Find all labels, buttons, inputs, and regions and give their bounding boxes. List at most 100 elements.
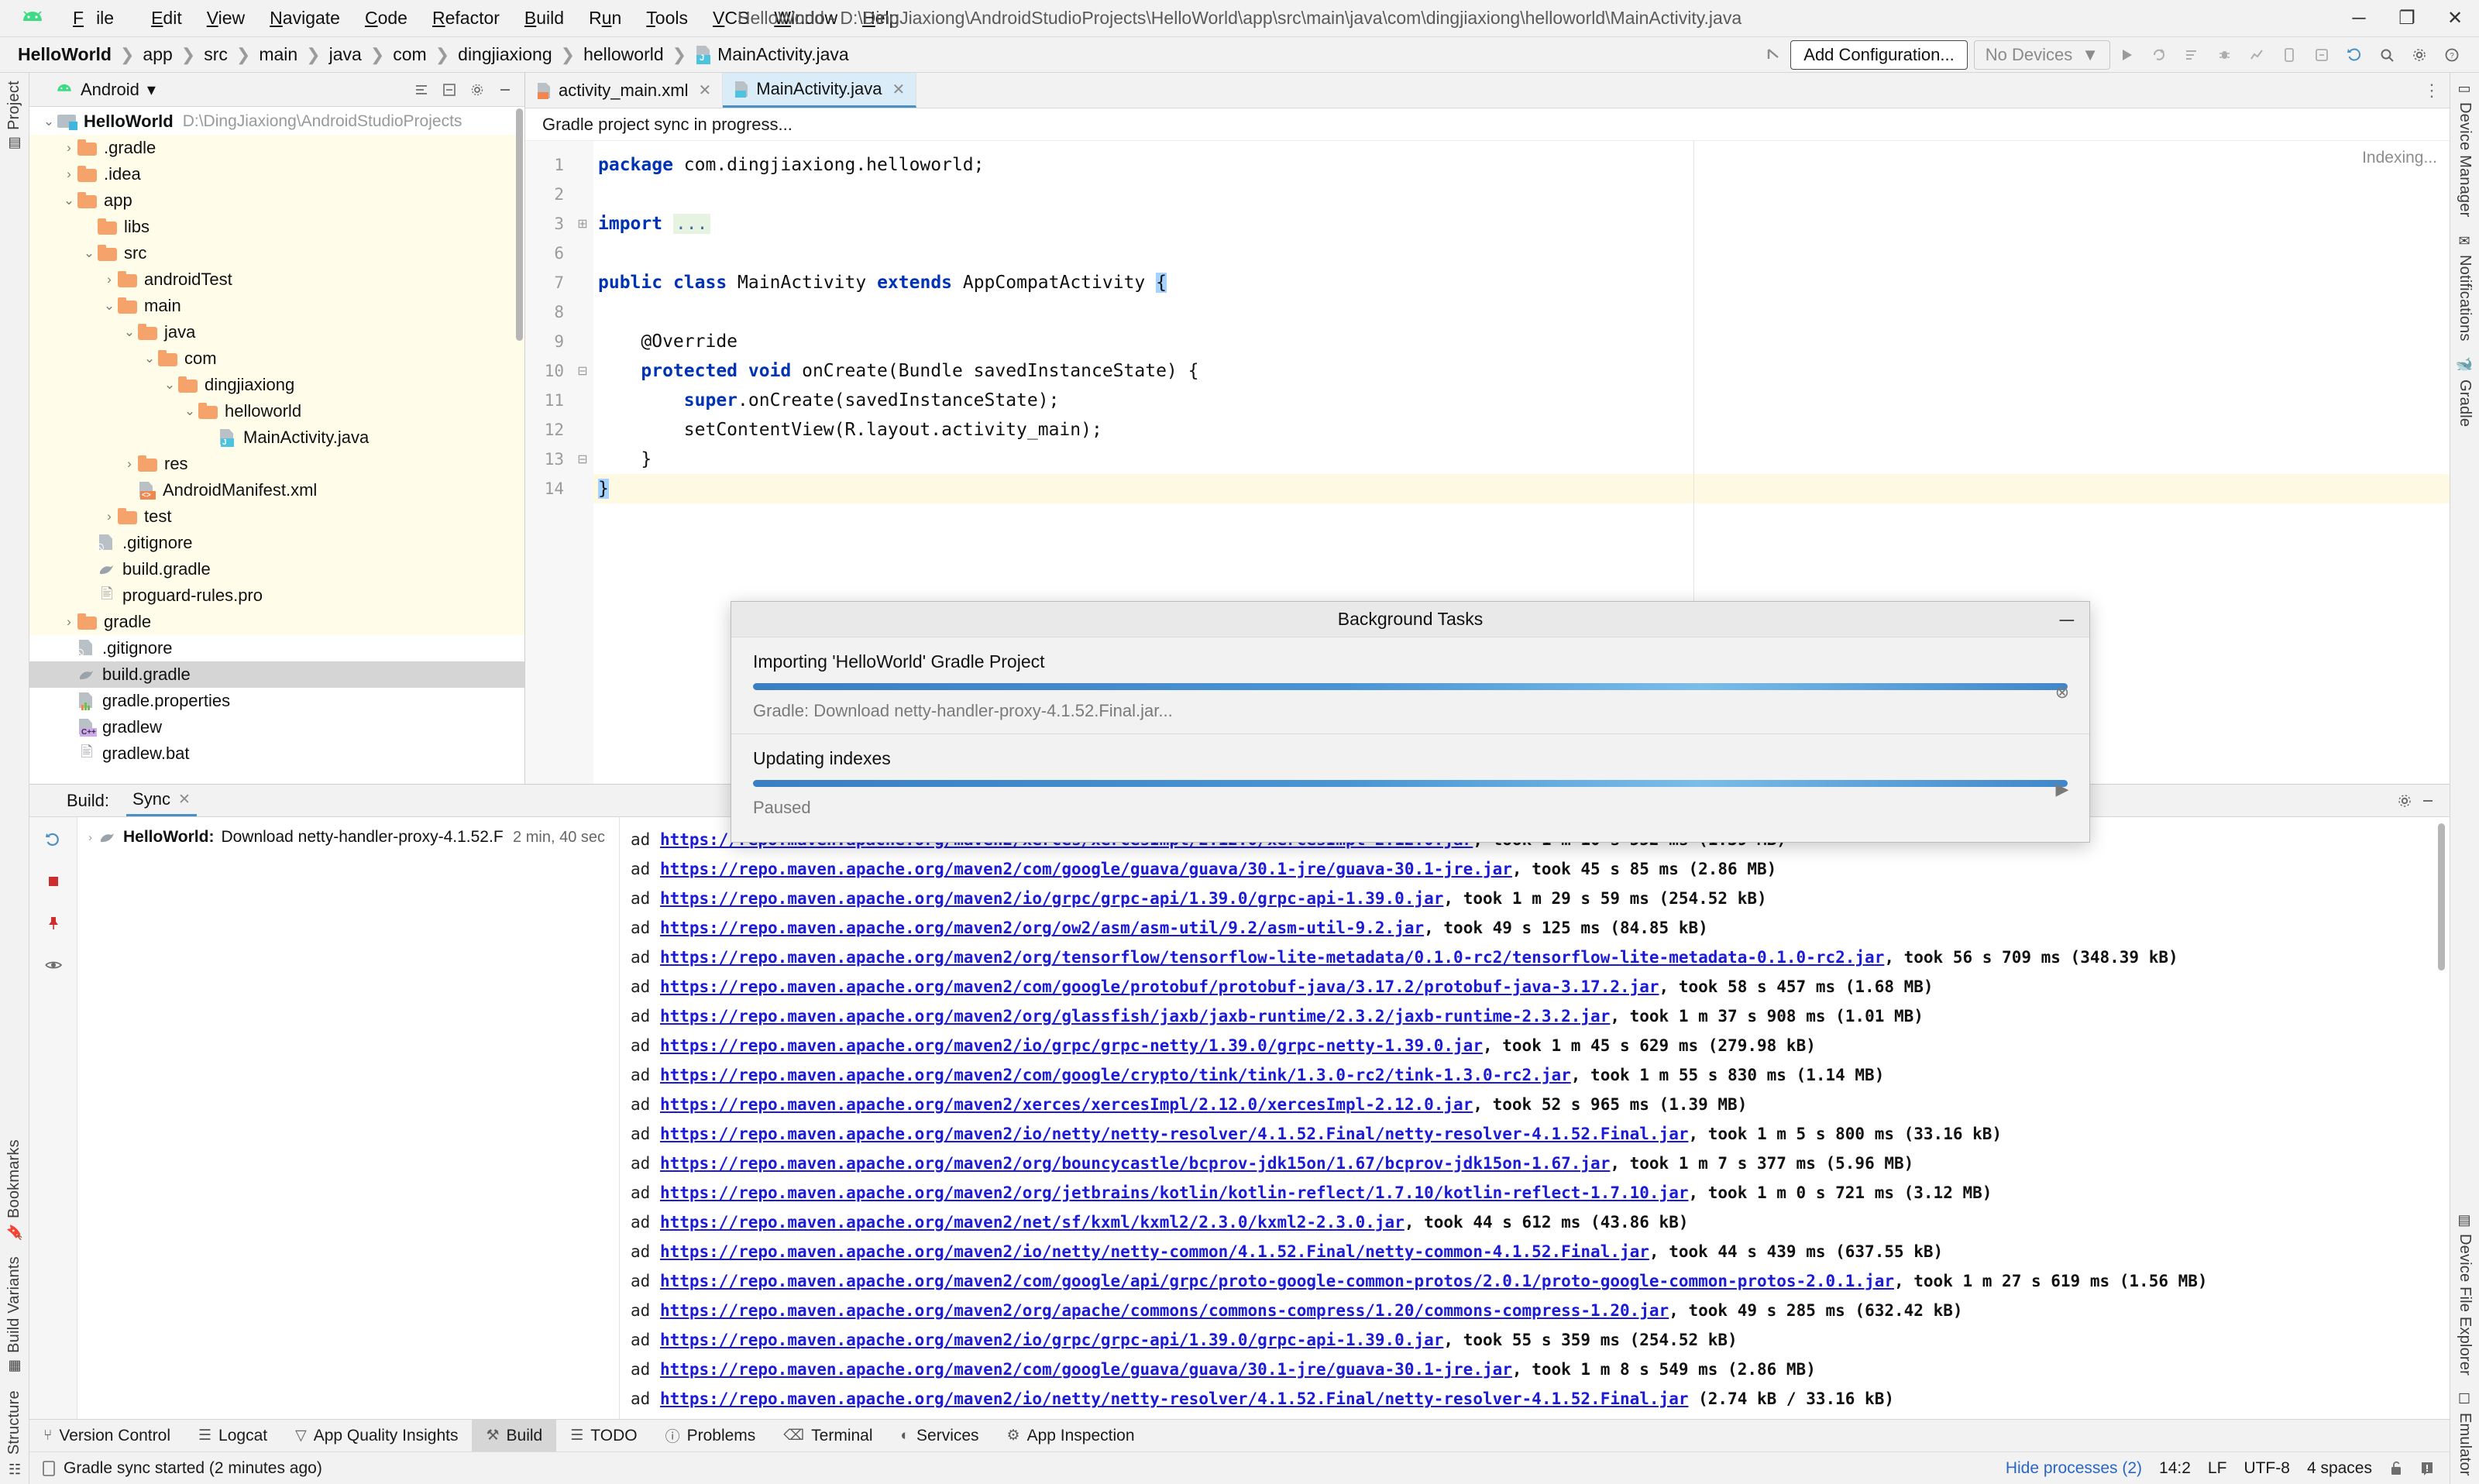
- tree-item-idea[interactable]: › .idea: [29, 161, 524, 187]
- tree-expand-arrow[interactable]: ⌄: [101, 298, 118, 314]
- breadcrumb-item-dingjiaxiong[interactable]: dingjiaxiong: [451, 43, 559, 67]
- tree-expand-arrow[interactable]: ⌄: [40, 114, 57, 129]
- artifact-url-link[interactable]: https://repo.maven.apache.org/maven2/com…: [660, 977, 1659, 996]
- sidebar-item-project[interactable]: ▤ Project: [5, 73, 23, 160]
- build-log-line[interactable]: ad https://repo.maven.apache.org/maven2/…: [620, 1296, 2450, 1325]
- menu-item-code[interactable]: Code: [352, 5, 420, 32]
- breadcrumb-item-helloworld[interactable]: helloworld: [576, 43, 671, 67]
- tab-sync[interactable]: Sync ✕: [126, 785, 197, 816]
- artifact-url-link[interactable]: https://repo.maven.apache.org/maven2/org…: [660, 1007, 1610, 1025]
- tree-expand-arrow[interactable]: ⌄: [60, 193, 77, 208]
- menu-item-edit[interactable]: Edit: [139, 5, 194, 32]
- build-task-tree[interactable]: › HelloWorld: Download netty-handler-pro…: [77, 817, 620, 1419]
- bottom-tab-todo[interactable]: ☰ TODO: [556, 1420, 651, 1451]
- code-line[interactable]: public class MainActivity extends AppCom…: [593, 268, 2450, 297]
- dialog-minimize-button[interactable]: ─: [2060, 610, 2074, 630]
- hide-processes-link[interactable]: Hide processes (2): [2006, 1459, 2142, 1478]
- tree-expand-arrow[interactable]: ⌄: [181, 404, 198, 419]
- fold-toggle-icon[interactable]: ⊞: [572, 209, 593, 239]
- tree-expand-arrow[interactable]: ⌄: [141, 351, 158, 366]
- code-line[interactable]: @Override: [593, 327, 2450, 356]
- menu-item-tools[interactable]: Tools: [634, 5, 700, 32]
- tree-expand-arrow[interactable]: ›: [101, 509, 118, 524]
- encoding[interactable]: UTF-8: [2243, 1459, 2290, 1478]
- tree-item-helloworld[interactable]: ⌄ HelloWorld D:\DingJiaxiong\AndroidStudio…: [29, 108, 524, 135]
- build-log-line[interactable]: ad https://repo.maven.apache.org/maven2/…: [620, 972, 2450, 1001]
- chevron-right-icon[interactable]: ›: [88, 831, 92, 844]
- tree-item-main[interactable]: ⌄ main: [29, 293, 524, 319]
- artifact-url-link[interactable]: https://repo.maven.apache.org/maven2/io/…: [660, 1390, 1689, 1408]
- bottom-tab-build[interactable]: ⚒ Build: [472, 1420, 557, 1451]
- tree-item-build-gradle[interactable]: ›build.gradle: [29, 661, 524, 688]
- line-separator[interactable]: LF: [2208, 1459, 2227, 1478]
- build-log-line[interactable]: ad https://repo.maven.apache.org/maven2/…: [620, 1384, 2450, 1414]
- artifact-url-link[interactable]: https://repo.maven.apache.org/maven2/io/…: [660, 1242, 1649, 1261]
- artifact-url-link[interactable]: https://repo.maven.apache.org/maven2/io/…: [660, 889, 1443, 908]
- tree-item-gradlew-bat[interactable]: ›🖹gradlew.bat: [29, 740, 524, 767]
- sidebar-item-bookmarks[interactable]: 🔖 Bookmarks: [5, 1132, 23, 1249]
- code-line[interactable]: setContentView(R.layout.activity_main);: [593, 415, 2450, 445]
- profiler-icon[interactable]: [2242, 41, 2271, 69]
- tree-item-androidmanifest-xml[interactable]: ›<>AndroidManifest.xml: [29, 477, 524, 503]
- menu-item-run[interactable]: Run: [576, 5, 634, 32]
- resume-task-button[interactable]: ▶: [2051, 778, 2074, 801]
- build-log-line[interactable]: ad https://repo.maven.apache.org/maven2/…: [620, 884, 2450, 913]
- gear-icon[interactable]: [2397, 793, 2412, 809]
- tree-item-build-gradle[interactable]: ›build.gradle: [29, 556, 524, 582]
- tree-expand-arrow[interactable]: ⌄: [161, 377, 178, 393]
- artifact-url-link[interactable]: https://repo.maven.apache.org/maven2/org…: [660, 1183, 1689, 1202]
- tree-expand-arrow[interactable]: ›: [60, 140, 77, 156]
- unlock-icon[interactable]: [2389, 1461, 2403, 1476]
- tree-item-res[interactable]: › res: [29, 451, 524, 477]
- tree-item-gitignore[interactable]: ›⃠.gitignore: [29, 635, 524, 661]
- build-log-line[interactable]: ad https://repo.maven.apache.org/maven2/…: [620, 1237, 2450, 1266]
- code-line[interactable]: super.onCreate(savedInstanceState);: [593, 386, 2450, 415]
- build-task-node[interactable]: › HelloWorld: Download netty-handler-pro…: [88, 828, 611, 847]
- settings-icon[interactable]: [464, 77, 490, 102]
- cancel-task-button[interactable]: ⊗: [2051, 681, 2074, 704]
- artifact-url-link[interactable]: https://repo.maven.apache.org/maven2/net…: [660, 1213, 1405, 1232]
- collapse-all-icon[interactable]: [408, 77, 435, 102]
- tree-item-libs[interactable]: ›libs: [29, 214, 524, 240]
- build-log-line[interactable]: ad https://repo.maven.apache.org/maven2/…: [620, 1060, 2450, 1090]
- close-icon[interactable]: ✕: [892, 80, 905, 99]
- sidebar-item-emulator[interactable]: ☐ Emulator: [2456, 1383, 2474, 1484]
- bottom-tab-logcat[interactable]: ☰ Logcat: [184, 1420, 281, 1451]
- build-log-line[interactable]: ad https://repo.maven.apache.org/maven2/…: [620, 943, 2450, 972]
- menu-item-file[interactable]: File: [60, 5, 139, 32]
- bottom-tab-services[interactable]: ◐ Services: [887, 1420, 993, 1451]
- hide-icon[interactable]: [492, 77, 518, 102]
- background-tasks-dialog[interactable]: Background Tasks ─ Importing 'HelloWorld…: [731, 601, 2090, 843]
- code-line[interactable]: [593, 180, 2450, 209]
- caret-position[interactable]: 14:2: [2159, 1459, 2191, 1478]
- avd-manager-icon[interactable]: [2274, 41, 2304, 69]
- build-log-scrollbar[interactable]: [2438, 823, 2445, 970]
- code-line[interactable]: package com.dingjiaxiong.helloworld;: [593, 150, 2450, 180]
- tree-expand-arrow[interactable]: ›: [121, 456, 138, 472]
- tree-item-mainactivity-java[interactable]: ›JMainActivity.java: [29, 424, 524, 451]
- code-folding-gutter[interactable]: ⊞ ⊟ ⊟: [572, 141, 593, 784]
- menu-item-refactor[interactable]: Refactor: [420, 5, 512, 32]
- tree-expand-arrow[interactable]: ⌄: [121, 325, 138, 340]
- sidebar-item-build-variants[interactable]: ▦ Build Variants: [5, 1249, 23, 1383]
- bottom-tab-problems[interactable]: ⓘ Problems: [652, 1420, 770, 1451]
- close-button[interactable]: ✕: [2431, 0, 2479, 37]
- expand-icon[interactable]: [436, 77, 462, 102]
- project-view-selector[interactable]: Android ▾: [56, 80, 156, 100]
- artifact-url-link[interactable]: https://repo.maven.apache.org/maven2/org…: [660, 919, 1424, 937]
- back-arrow-icon[interactable]: [1759, 41, 1789, 69]
- bottom-tab-version-control[interactable]: ⑂ Version Control: [29, 1420, 184, 1451]
- artifact-url-link[interactable]: https://repo.maven.apache.org/maven2/io/…: [660, 1036, 1483, 1055]
- menu-item-view[interactable]: View: [194, 5, 257, 32]
- search-icon[interactable]: [2372, 41, 2402, 69]
- project-scrollbar[interactable]: [516, 108, 523, 341]
- build-log-line[interactable]: ad https://repo.maven.apache.org/maven2/…: [620, 854, 2450, 884]
- tree-item-src[interactable]: ⌄ src: [29, 240, 524, 266]
- tree-item-test[interactable]: › test: [29, 503, 524, 530]
- build-log-line[interactable]: ad https://repo.maven.apache.org/maven2/…: [620, 1119, 2450, 1149]
- indent-setting[interactable]: 4 spaces: [2307, 1459, 2372, 1478]
- menu-item-vcs[interactable]: VCS: [700, 5, 762, 32]
- sidebar-item-structure[interactable]: ☷ Structure: [5, 1383, 23, 1484]
- code-line[interactable]: [593, 239, 2450, 268]
- code-line[interactable]: }: [593, 474, 2450, 503]
